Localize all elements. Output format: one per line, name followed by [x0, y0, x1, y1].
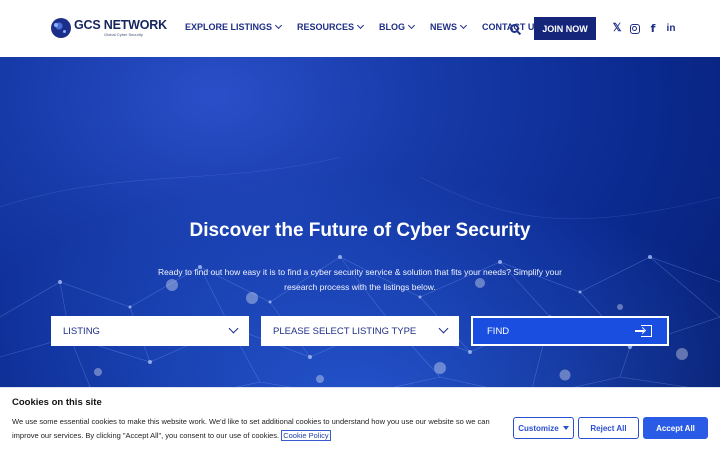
search-icon[interactable] — [510, 24, 519, 33]
cookie-policy-link[interactable]: Cookie Policy — [281, 430, 331, 441]
logo-name: GCS NETWORK — [74, 18, 167, 33]
site-header: GCS NETWORK Global Cyber Security EXPLOR… — [0, 0, 720, 57]
hero-subtitle: Ready to find out how easy it is to find… — [158, 267, 562, 292]
nav-label: EXPLORE LISTINGS — [185, 22, 273, 32]
find-button[interactable]: FIND — [471, 316, 669, 346]
listing-type-select-value: PLEASE SELECT LISTING TYPE — [273, 325, 417, 337]
main-nav: EXPLORE LISTINGS RESOURCES BLOG NEWS CON… — [185, 21, 556, 32]
hero-title: Discover the Future of Cyber Security — [189, 220, 531, 241]
chevron-down-icon — [356, 21, 365, 30]
chevron-down-icon — [459, 21, 468, 30]
chevron-down-icon — [228, 323, 239, 334]
cookie-text-body: We use some essential cookies to make th… — [12, 417, 490, 440]
instagram-icon[interactable] — [630, 24, 640, 34]
chevron-down-icon — [274, 21, 283, 30]
listing-type-select[interactable]: PLEASE SELECT LISTING TYPE — [261, 316, 459, 346]
listing-select-value: LISTING — [63, 325, 100, 337]
logo-tagline: Global Cyber Security — [104, 31, 143, 37]
find-button-label: FIND — [487, 325, 510, 337]
accept-all-button[interactable]: Accept All — [643, 417, 708, 439]
nav-label: NEWS — [430, 22, 458, 32]
facebook-icon[interactable]: f — [648, 22, 658, 35]
cookie-banner-title: Cookies on this site — [12, 397, 102, 408]
cookie-banner-text: We use some essential cookies to make th… — [12, 415, 502, 443]
nav-resources[interactable]: RESOURCES — [297, 21, 365, 32]
nav-label: RESOURCES — [297, 22, 355, 32]
linkedin-icon[interactable]: in — [666, 22, 676, 35]
globe-logo-icon — [51, 18, 71, 38]
site-logo[interactable]: GCS NETWORK Global Cyber Security — [51, 18, 167, 38]
listing-select[interactable]: LISTING — [51, 316, 249, 346]
login-arrow-icon — [635, 325, 652, 337]
cookie-banner: Cookies on this site We use some essenti… — [0, 387, 720, 450]
nav-explore-listings[interactable]: EXPLORE LISTINGS — [185, 21, 283, 32]
nav-blog[interactable]: BLOG — [379, 21, 416, 32]
join-now-button[interactable]: JOIN NOW — [534, 17, 596, 40]
chevron-down-icon — [438, 323, 449, 334]
nav-news[interactable]: NEWS — [430, 21, 468, 32]
x-icon[interactable]: 𝕏 — [612, 22, 622, 35]
chevron-down-icon — [407, 21, 416, 30]
social-links: 𝕏 f in — [612, 22, 676, 35]
nav-label: BLOG — [379, 22, 406, 32]
reject-all-button[interactable]: Reject All — [578, 417, 639, 439]
caret-down-icon — [562, 426, 569, 430]
customize-label: Customize — [518, 423, 559, 433]
customize-button[interactable]: Customize — [513, 417, 574, 439]
